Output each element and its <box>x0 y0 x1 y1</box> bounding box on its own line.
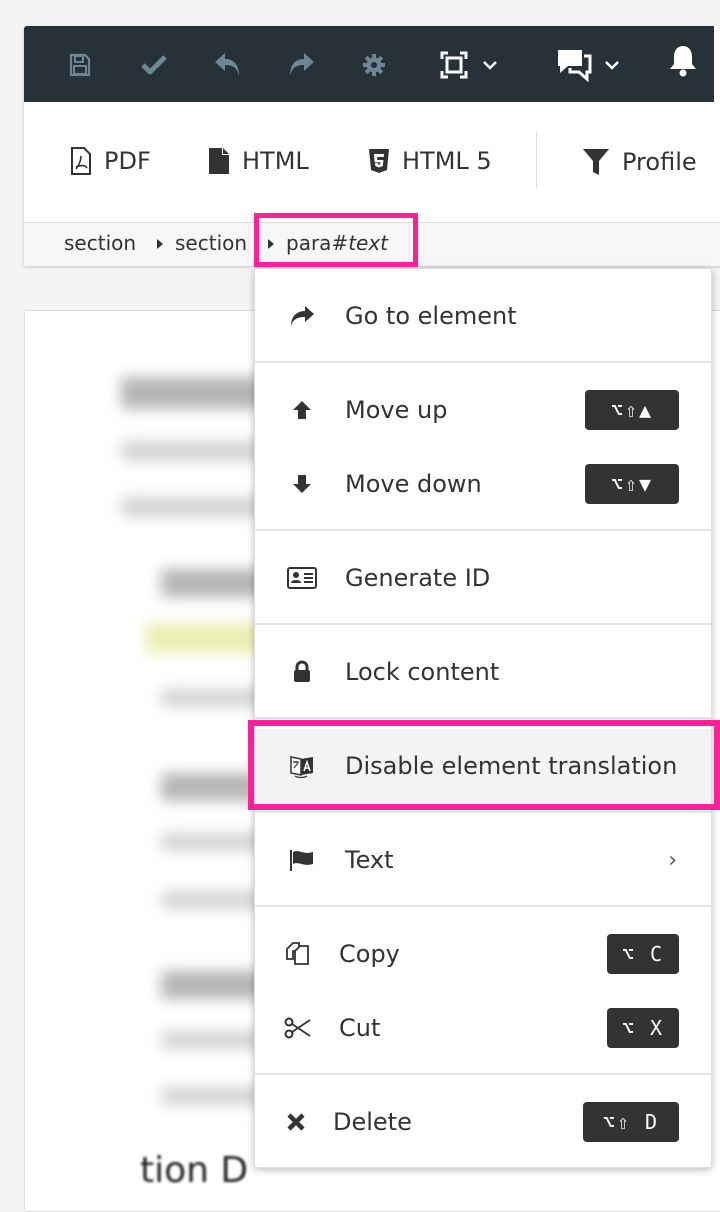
scissors-icon <box>283 1013 313 1043</box>
publish-html5-label: HTML 5 <box>402 147 492 175</box>
shortcut-badge: ⌥ C <box>607 934 679 974</box>
chevron-down-icon <box>483 61 497 70</box>
menu-separator <box>255 717 711 719</box>
menu-item-generate-id[interactable]: Generate ID <box>255 541 711 615</box>
menu-item-go-to-element[interactable]: Go to element <box>255 279 711 353</box>
pdf-file-icon <box>71 147 91 175</box>
shortcut-badge: ⌥⇧▼ <box>585 464 679 504</box>
menu-item-label: Generate ID <box>345 564 491 592</box>
profile-label: Profile <box>622 148 697 176</box>
menu-item-move-down[interactable]: Move down ⌥⇧▼ <box>255 447 711 521</box>
document-partial-heading: tion D <box>140 1150 249 1191</box>
breadcrumb-item-section[interactable]: section <box>64 231 136 255</box>
undo-icon <box>215 53 239 76</box>
menu-separator <box>255 1073 711 1075</box>
lock-icon <box>287 657 317 687</box>
breadcrumb-item-para[interactable]: para#text <box>286 231 388 255</box>
save-icon <box>69 53 91 77</box>
undo-button[interactable] <box>214 52 242 78</box>
profile-filter-button[interactable]: Profile <box>582 147 697 177</box>
translate-icon <box>287 751 317 781</box>
html5-icon <box>369 149 389 173</box>
menu-item-label: Move down <box>345 470 482 498</box>
menu-item-label: Delete <box>333 1108 412 1136</box>
menu-separator <box>255 905 711 907</box>
menu-item-label: Cut <box>339 1014 381 1042</box>
shortcut-badge: ⌥⇧ D <box>583 1102 679 1142</box>
breadcrumb: section section para#text <box>24 223 720 266</box>
close-icon <box>281 1107 311 1137</box>
menu-separator <box>255 361 711 363</box>
menu-separator <box>255 811 711 813</box>
publish-separator <box>536 132 537 188</box>
flag-icon <box>287 845 317 875</box>
share-arrow-icon <box>287 301 317 331</box>
breadcrumb-caret-icon <box>157 239 163 249</box>
publish-bar: PDF HTML HTML 5 Profile <box>24 102 720 223</box>
menu-item-label: Text <box>345 846 394 874</box>
publish-html5-button[interactable]: HTML 5 <box>368 147 492 175</box>
shortcut-badge: ⌥ X <box>607 1008 679 1048</box>
main-toolbar <box>24 26 714 102</box>
breadcrumb-element-name: para <box>286 231 332 255</box>
menu-item-cut[interactable]: Cut ⌥ X <box>255 991 711 1065</box>
menu-item-label: Lock content <box>345 658 500 686</box>
fullscreen-icon <box>440 51 468 79</box>
arrow-up-icon <box>287 395 317 425</box>
filter-icon <box>583 149 609 175</box>
menu-separator <box>255 623 711 625</box>
menu-item-lock-content[interactable]: Lock content <box>255 635 711 709</box>
context-menu: Go to element Move up ⌥⇧▲ Move down ⌥⇧▼ … <box>254 268 712 1168</box>
publish-pdf-label: PDF <box>104 147 151 175</box>
breadcrumb-element-id: #text <box>331 231 389 255</box>
settings-button[interactable] <box>362 52 386 78</box>
gear-icon <box>363 54 385 76</box>
menu-separator <box>255 529 711 531</box>
menu-item-text-submenu[interactable]: Text › <box>255 823 711 897</box>
redo-button[interactable] <box>287 52 315 78</box>
menu-item-disable-element-translation[interactable]: Disable element translation <box>255 729 711 803</box>
menu-item-label: Disable element translation <box>345 752 678 780</box>
breadcrumb-caret-icon <box>268 239 274 249</box>
menu-item-move-up[interactable]: Move up ⌥⇧▲ <box>255 373 711 447</box>
breadcrumb-item-section[interactable]: section <box>175 231 247 255</box>
comments-dropdown[interactable] <box>556 50 620 82</box>
chevron-right-icon: › <box>668 847 677 873</box>
bell-icon <box>670 46 696 77</box>
menu-item-label: Go to element <box>345 302 517 330</box>
id-card-icon <box>287 563 317 593</box>
check-icon <box>141 55 167 75</box>
fullscreen-dropdown[interactable] <box>440 51 498 79</box>
menu-item-label: Move up <box>345 396 448 424</box>
menu-item-delete[interactable]: Delete ⌥⇧ D <box>255 1085 711 1159</box>
publish-html-label: HTML <box>242 147 309 175</box>
save-button[interactable] <box>68 52 92 78</box>
menu-item-copy[interactable]: Copy ⌥ C <box>255 917 711 991</box>
copy-icon <box>283 939 313 969</box>
publish-pdf-button[interactable]: PDF <box>70 147 151 175</box>
accept-button[interactable] <box>141 52 167 78</box>
comments-icon <box>558 50 592 82</box>
redo-icon <box>290 53 314 76</box>
arrow-down-icon <box>287 469 317 499</box>
menu-item-label: Copy <box>339 940 400 968</box>
shortcut-badge: ⌥⇧▲ <box>585 390 679 430</box>
notifications-button[interactable] <box>668 46 698 77</box>
chevron-down-icon <box>605 61 619 70</box>
publish-html-button[interactable]: HTML <box>208 147 309 175</box>
file-icon <box>209 148 229 174</box>
editor-header: PDF HTML HTML 5 Profile section section … <box>24 26 720 266</box>
